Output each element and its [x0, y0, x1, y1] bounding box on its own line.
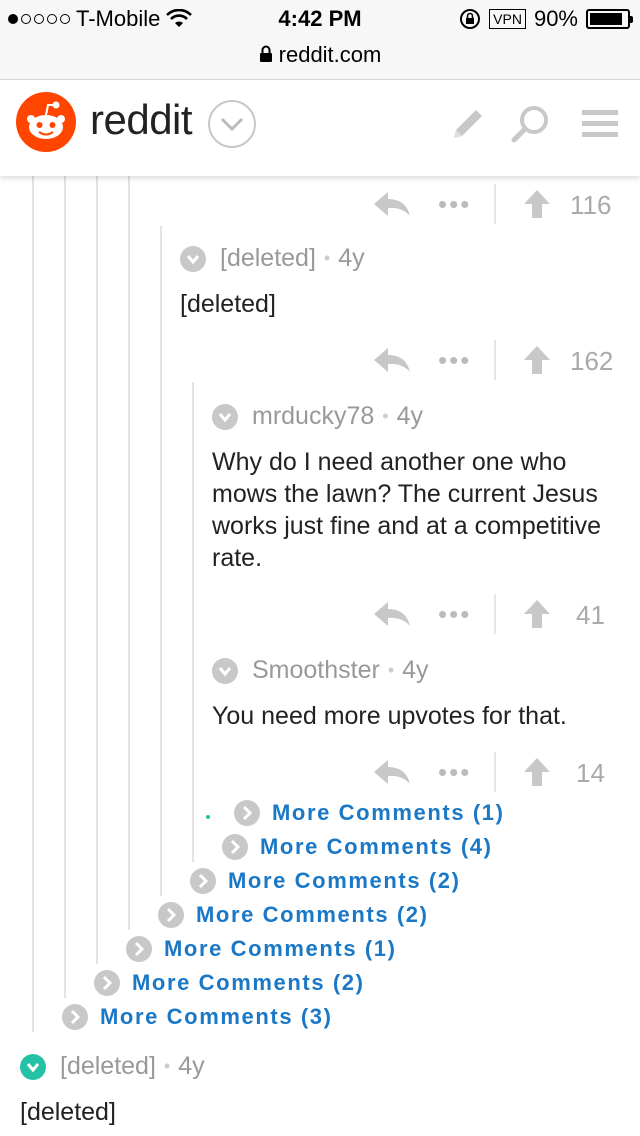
search-icon[interactable] [508, 102, 552, 146]
reply-icon[interactable] [374, 760, 410, 786]
comment-actions: ••• 116 [0, 184, 640, 224]
thread-rule [160, 226, 162, 896]
more-comments-link[interactable]: More Comments (1) [126, 936, 397, 962]
action-divider [494, 594, 496, 634]
chevron-right-icon [222, 834, 248, 860]
comment-author[interactable]: [deleted] [60, 1052, 156, 1081]
score: 14 [576, 758, 605, 788]
address-bar[interactable]: reddit.com [0, 42, 640, 68]
comment-age: 4y [402, 656, 429, 684]
comment-author[interactable]: [deleted] [220, 244, 316, 273]
chevron-right-icon [234, 800, 260, 826]
pencil-icon[interactable] [446, 102, 490, 146]
more-comments-link[interactable]: More Comments (2) [94, 970, 365, 996]
more-options-icon[interactable]: ••• [438, 191, 471, 217]
comment-body: You need more upvotes for that. [212, 702, 567, 730]
action-divider [494, 752, 496, 792]
reply-icon[interactable] [374, 602, 410, 628]
more-options-icon[interactable]: ••• [438, 347, 471, 373]
comment-meta: Smoothster • 4y [212, 656, 429, 685]
battery-percent: 90% [533, 6, 578, 31]
more-options-icon[interactable]: ••• [438, 759, 471, 785]
more-comments-link[interactable]: More Comments (1) [234, 800, 505, 826]
comment-age: 4y [178, 1052, 205, 1080]
upvote-icon[interactable] [524, 346, 550, 374]
more-comments-link[interactable]: More Comments (2) [158, 902, 429, 928]
comment-meta: [deleted] • 4y [20, 1052, 205, 1081]
upvote-icon[interactable] [524, 190, 550, 218]
reply-icon[interactable] [374, 192, 410, 218]
comment-thread: ••• 116 [deleted] • 4y [deleted] ••• 162… [0, 176, 640, 1136]
action-divider [494, 184, 496, 224]
comment-author[interactable]: mrducky78 [252, 402, 374, 431]
comment-actions: ••• 41 [0, 594, 640, 634]
comment-body: Why do I need another one who mows the l… [212, 448, 602, 572]
score: 41 [576, 600, 605, 630]
url-text: reddit.com [278, 42, 382, 67]
menu-icon[interactable] [578, 102, 622, 146]
comment-age: 4y [338, 244, 365, 272]
reddit-wordmark[interactable]: reddit [90, 96, 193, 144]
comment-actions: ••• 162 [0, 340, 640, 380]
battery-icon [586, 9, 633, 29]
reply-icon[interactable] [374, 348, 410, 374]
community-dropdown-button[interactable] [208, 100, 256, 148]
comment-actions: ••• 14 [0, 752, 640, 792]
comment-age: 4y [396, 402, 423, 430]
upvote-icon[interactable] [524, 758, 550, 786]
thread-rule [96, 176, 98, 964]
collapse-icon[interactable] [212, 403, 238, 430]
vpn-badge: VPN [489, 9, 526, 29]
comment-author[interactable]: Smoothster [252, 656, 380, 685]
ios-status-bar: T-Mobile 4:42 PM VPN 90% reddit.com [0, 0, 640, 80]
collapse-icon[interactable] [180, 245, 206, 272]
collapse-icon[interactable] [20, 1053, 46, 1080]
more-options-icon[interactable]: ••• [438, 601, 471, 627]
chevron-down-icon [220, 117, 244, 132]
chevron-right-icon [94, 970, 120, 996]
more-comments-link[interactable]: More Comments (2) [190, 868, 461, 894]
more-comments-link[interactable]: More Comments (3) [62, 1004, 333, 1030]
chevron-right-icon [158, 902, 184, 928]
score: 116 [570, 190, 612, 220]
new-indicator [206, 815, 210, 819]
lock-icon [259, 45, 272, 62]
upvote-icon[interactable] [524, 600, 550, 628]
status-right: VPN 90% [459, 6, 633, 32]
collapse-icon[interactable] [212, 657, 238, 684]
chevron-right-icon [62, 1004, 88, 1030]
comment-meta: mrducky78 • 4y [212, 402, 423, 431]
comment-meta: [deleted] • 4y [180, 244, 365, 273]
thread-rule [128, 176, 130, 930]
chevron-right-icon [190, 868, 216, 894]
comment-body: [deleted] [180, 290, 276, 318]
action-divider [494, 340, 496, 380]
more-comments-link[interactable]: More Comments (4) [222, 834, 493, 860]
comment-body: [deleted] [20, 1098, 116, 1126]
rotation-lock-icon [460, 9, 481, 29]
score: 162 [570, 346, 614, 376]
reddit-header: reddit [0, 80, 640, 176]
chevron-right-icon [126, 936, 152, 962]
reddit-logo-icon[interactable] [16, 92, 76, 152]
thread-rule [64, 176, 66, 998]
